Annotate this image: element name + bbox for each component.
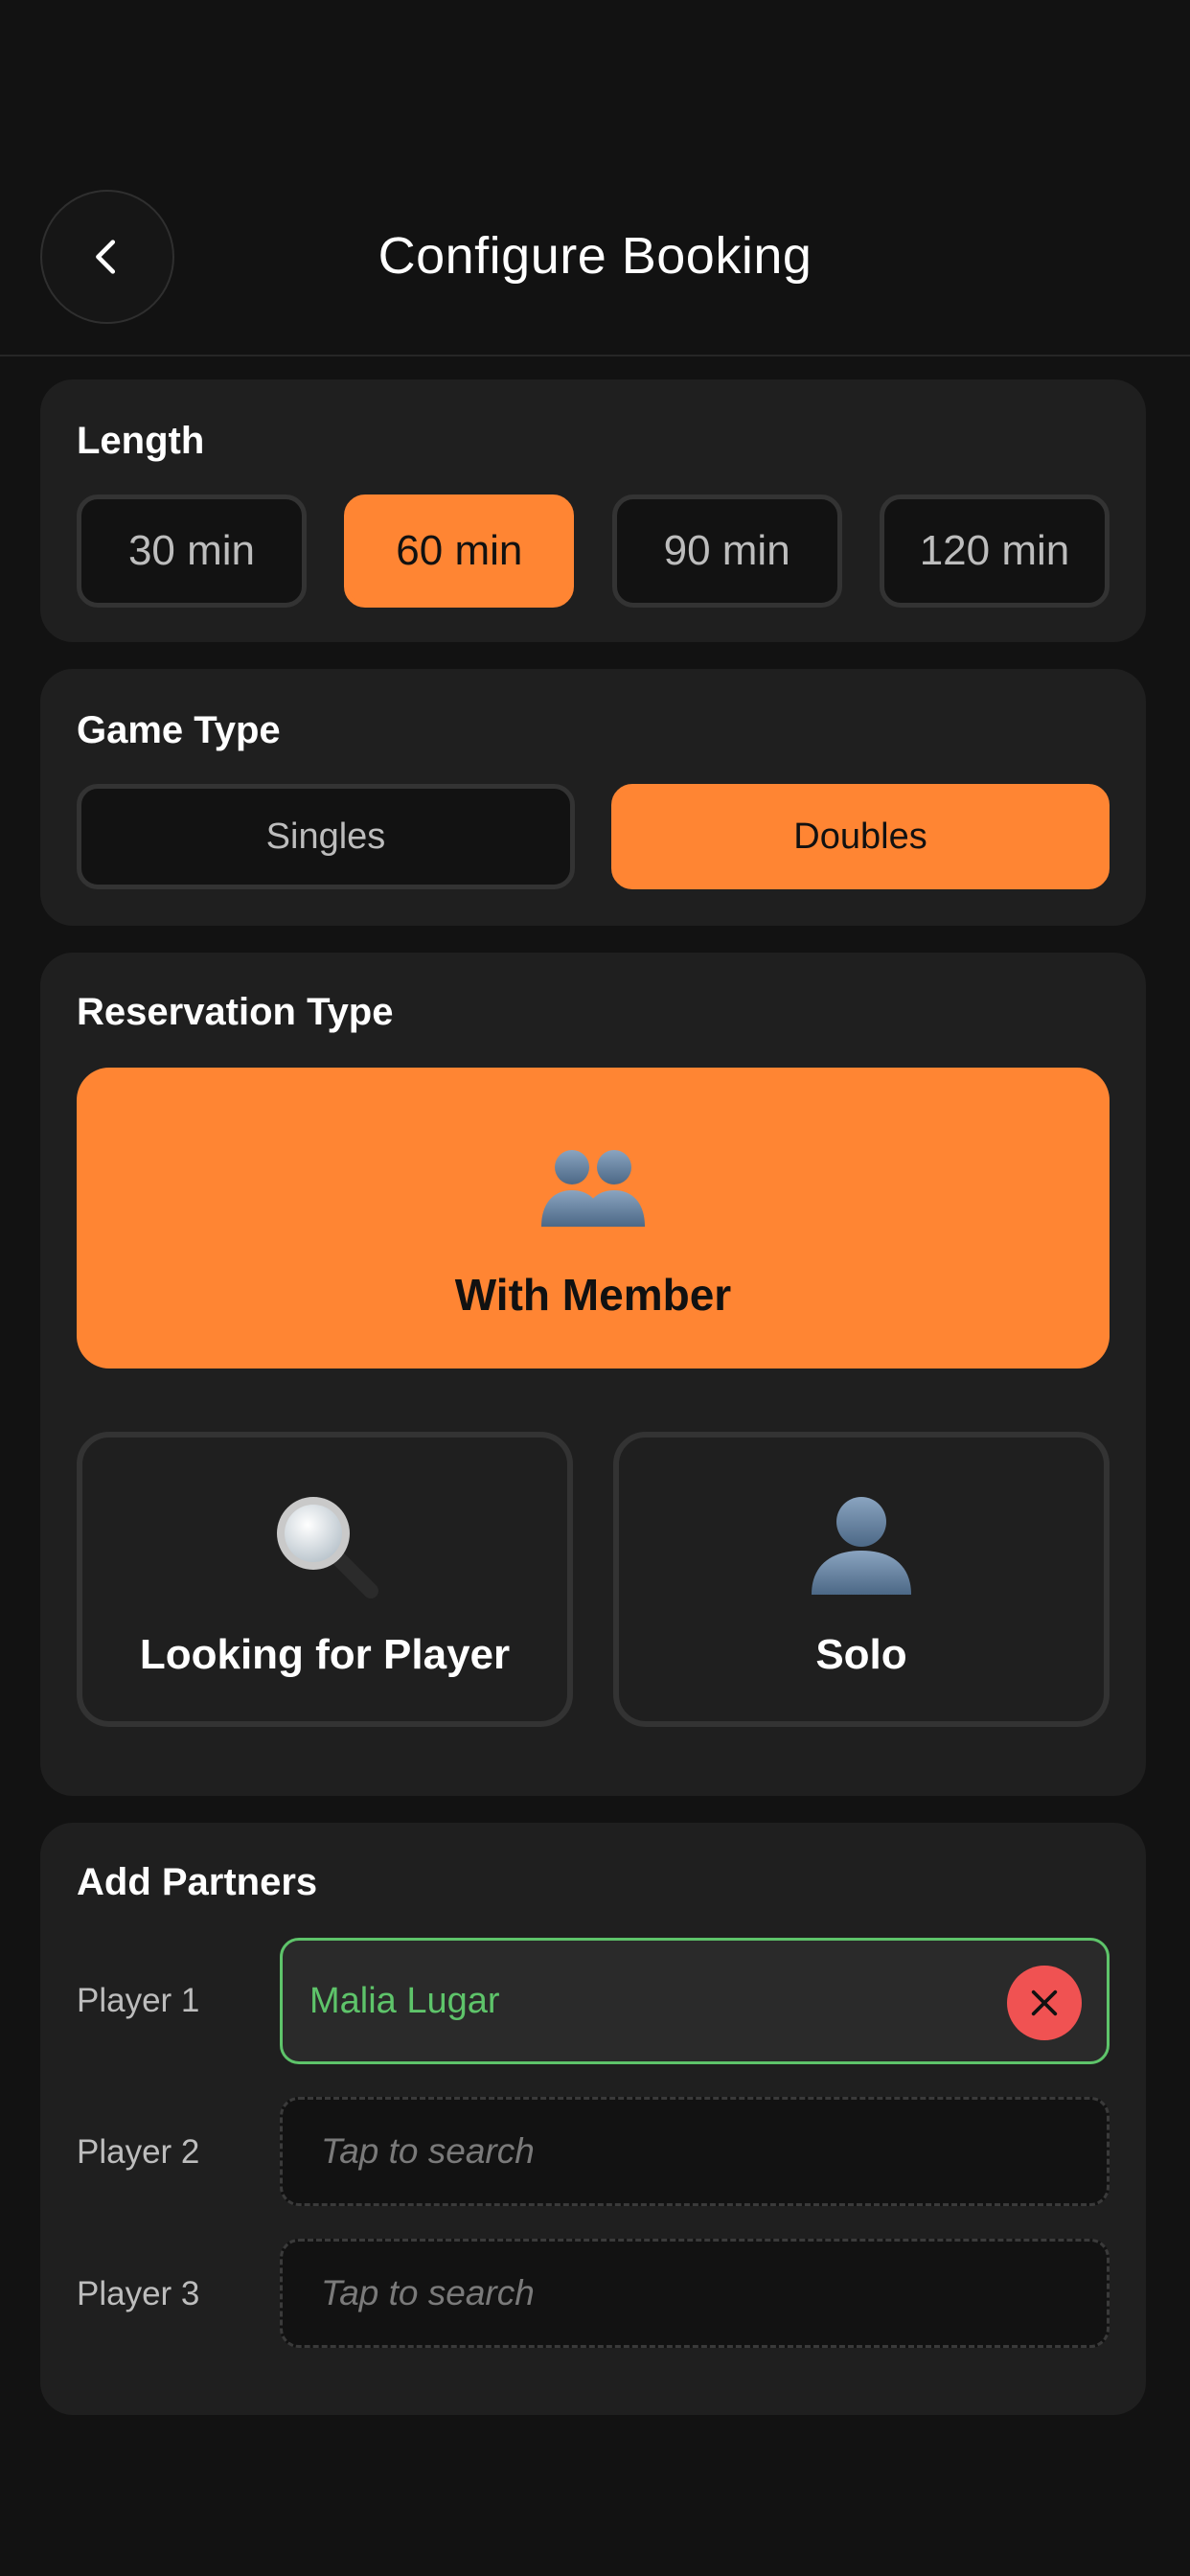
player-1-label: Player 1	[77, 1982, 200, 2019]
player-3-label: Player 3	[77, 2275, 200, 2312]
length-options: 30 min 60 min 90 min 120 min	[77, 494, 1110, 608]
person-icon	[812, 1497, 911, 1595]
add-partners-card: Add Partners Player 1 Malia Lugar Player…	[40, 1823, 1146, 2415]
length-option-30[interactable]: 30 min	[77, 494, 307, 608]
reservation-type-card: Reservation Type With Member Looking for…	[40, 953, 1146, 1796]
magnifier-icon	[277, 1497, 378, 1598]
reservation-looking-for-player-option[interactable]: Looking for Player	[77, 1432, 573, 1727]
player-1-value: Malia Lugar	[309, 1980, 500, 2021]
player-2-placeholder: Tap to search	[321, 2131, 535, 2171]
game-type-options: Singles Doubles	[77, 784, 1110, 889]
player-3-field[interactable]: Tap to search	[280, 2239, 1110, 2348]
length-option-90[interactable]: 90 min	[611, 494, 842, 608]
close-icon	[1031, 1990, 1058, 2016]
length-option-60[interactable]: 60 min	[344, 494, 575, 608]
two-people-icon	[541, 1150, 645, 1227]
player-1-field[interactable]: Malia Lugar	[280, 1938, 1110, 2064]
player-3-placeholder: Tap to search	[321, 2273, 535, 2312]
reservation-with-member-option[interactable]: With Member	[77, 1068, 1110, 1368]
clear-player-1-button[interactable]	[1007, 1966, 1082, 2040]
with-member-label: With Member	[454, 1270, 732, 1320]
configure-booking-screen: Configure Booking Length 30 min 60 min 9…	[0, 0, 1190, 2576]
add-partners-title: Add Partners	[77, 1861, 318, 1903]
length-option-120[interactable]: 120 min	[879, 494, 1110, 608]
length-title: Length	[77, 420, 205, 462]
solo-label: Solo	[815, 1631, 907, 1678]
player-2-field[interactable]: Tap to search	[280, 2097, 1110, 2206]
player-2-label: Player 2	[77, 2133, 200, 2171]
looking-for-player-label: Looking for Player	[139, 1631, 511, 1678]
reservation-type-title: Reservation Type	[77, 991, 394, 1033]
top-bar: Configure Booking	[0, 0, 1190, 356]
game-type-card: Game Type Singles Doubles	[40, 669, 1146, 926]
length-card: Length 30 min 60 min 90 min 120 min	[40, 380, 1146, 642]
reservation-solo-option[interactable]: Solo	[613, 1432, 1110, 1727]
page-title: Configure Booking	[378, 227, 812, 285]
game-type-singles[interactable]: Singles	[77, 784, 575, 889]
game-type-doubles[interactable]: Doubles	[611, 784, 1110, 889]
game-type-title: Game Type	[77, 709, 281, 751]
